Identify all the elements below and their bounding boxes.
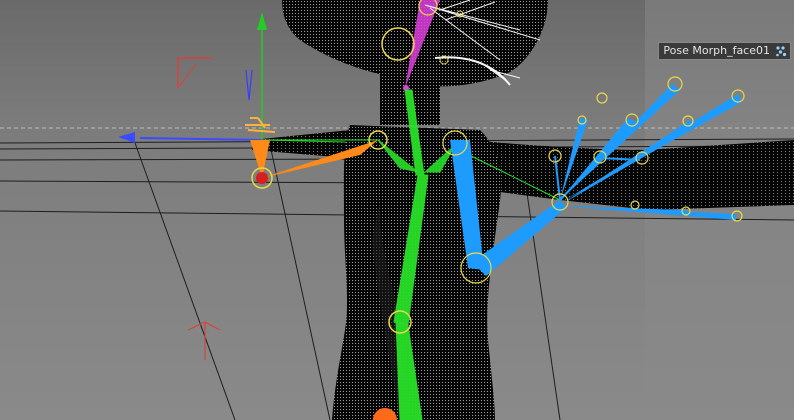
3d-viewport[interactable]: Pose Morph_face01 (0, 0, 794, 420)
viewport-scene[interactable] (0, 0, 794, 420)
pose-morph-tag-icon (776, 46, 787, 57)
pose-morph-tag-label: Pose Morph_face01 (663, 44, 770, 57)
pose-morph-tag[interactable]: Pose Morph_face01 (658, 42, 791, 60)
left-hand-core (256, 172, 268, 184)
